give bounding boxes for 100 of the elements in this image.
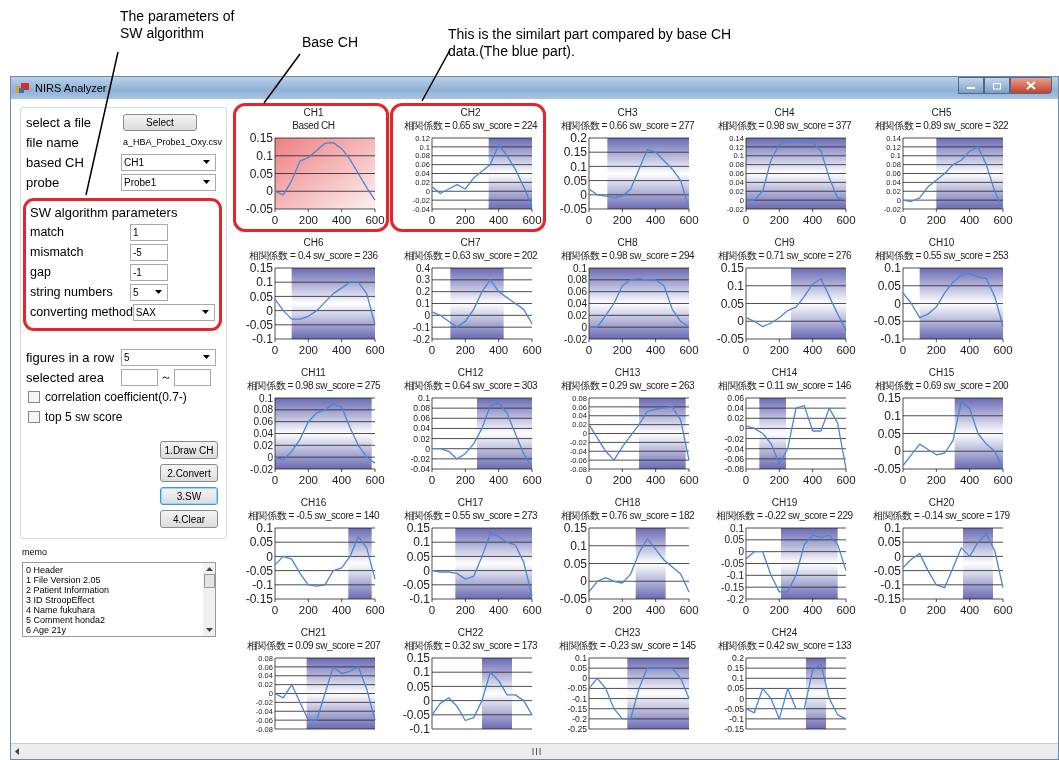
checkbox[interactable]	[28, 411, 40, 423]
axis-label: -0.15	[566, 703, 587, 714]
memo-line: 0 Header	[26, 565, 65, 575]
scroll-up-icon[interactable]	[205, 567, 213, 571]
axis-label: 0.05	[249, 535, 273, 550]
memo-line: 1 File Version 2.05	[26, 575, 102, 585]
input-field[interactable]	[121, 368, 158, 386]
chart-title: CH13	[614, 367, 641, 379]
action-button[interactable]: 1.Draw CH	[160, 441, 218, 459]
checkbox[interactable]	[28, 391, 40, 403]
chart-subtitle: 相関係数 = 0.76 sw_score = 182	[560, 509, 695, 523]
axis-label: 200	[298, 214, 318, 226]
memo-line: 3 ID StroopEffect	[26, 595, 96, 605]
axis-label: 600	[364, 344, 385, 356]
dropdown[interactable]: SAX	[132, 303, 215, 321]
input-field[interactable]: -1	[130, 263, 168, 281]
chart-subtitle: 相関係数 = -0.23 sw_score = 145	[559, 639, 696, 653]
axis-label: -0.04	[723, 443, 744, 454]
axis-label: -0.1	[251, 332, 273, 347]
axis-label: 0.2	[569, 133, 587, 146]
scrollbar[interactable]	[203, 563, 215, 636]
axis-label: 400	[331, 474, 351, 486]
axis-label: 400	[802, 344, 822, 356]
axis-label: 200	[298, 474, 318, 486]
chart-subtitle: 相関係数 = -0.14 sw_score = 179	[873, 509, 1010, 523]
axis-label: 0.1	[417, 393, 430, 403]
axis-label: 0	[899, 604, 906, 616]
axis-label: 0	[581, 673, 587, 684]
action-button[interactable]: 4.Clear	[160, 510, 218, 528]
leader-line	[263, 53, 301, 104]
maximize-icon	[992, 81, 1002, 90]
dropdown[interactable]: 5	[130, 283, 168, 301]
scroll-thumb[interactable]	[203, 574, 215, 588]
axis-label: 400	[645, 604, 665, 616]
axis-label: 600	[992, 344, 1013, 356]
minimize-button[interactable]	[958, 77, 984, 94]
axis-label: 0.1	[255, 148, 273, 163]
axis-label: 0.02	[566, 309, 587, 321]
axis-label: 0	[899, 474, 906, 486]
axis-label: 600	[835, 604, 856, 616]
input-field[interactable]: 1	[130, 223, 168, 241]
axis-label: 0.05	[720, 296, 744, 311]
dropdown[interactable]: 5	[121, 348, 216, 366]
memo-label: memo	[22, 547, 48, 557]
axis-label: 0	[428, 474, 435, 486]
axis-label: 0	[738, 693, 744, 704]
axis-label: 400	[488, 604, 508, 616]
chart-title: CH19	[771, 497, 798, 509]
action-button[interactable]: 3.SW	[160, 487, 218, 505]
axis-label: 0	[738, 423, 744, 434]
window-title: NIRS Analyzer	[35, 82, 107, 94]
axis-label: 0.06	[252, 416, 273, 428]
app-icon	[16, 82, 30, 94]
axis-label: 0.04	[412, 423, 430, 434]
axis-label: 0	[893, 549, 901, 564]
axis-label: 400	[959, 214, 979, 226]
chart-subtitle: 相関係数 = 0.09 sw_score = 207	[246, 639, 381, 653]
checkbox-label: correlation coefficient(0.7-)	[45, 390, 187, 404]
caret-icon	[202, 310, 209, 314]
input-field[interactable]	[174, 368, 211, 386]
axis-label: 200	[769, 344, 789, 356]
chart-subtitle: 相関係数 = 0.98 sw_score = 377	[717, 119, 852, 133]
field-label: based CH	[26, 154, 85, 170]
scroll-left-icon[interactable]	[15, 748, 19, 755]
chart-title: CH12	[457, 367, 484, 379]
maximize-button[interactable]	[984, 77, 1010, 94]
chart-title: CH16	[300, 497, 327, 509]
axis-label: 600	[521, 474, 542, 486]
chart-title: CH4	[774, 107, 795, 119]
highlight-band	[790, 268, 846, 339]
axis-label: 600	[364, 214, 385, 226]
axis-label: 600	[992, 474, 1013, 486]
chart-title: CH23	[614, 627, 641, 639]
input-field[interactable]: -5	[130, 243, 168, 261]
axis-label: 0.4	[415, 263, 430, 274]
chart-subtitle: 相関係数 = 0.66 sw_score = 277	[560, 119, 695, 133]
axis-label: 0.1	[415, 298, 430, 309]
axis-label: 0	[585, 214, 592, 226]
scroll-down-icon[interactable]	[205, 628, 213, 632]
scrollbar[interactable]	[11, 743, 1058, 759]
axis-label: 0.1	[572, 263, 587, 274]
select-button[interactable]: Select	[123, 113, 197, 131]
group-title: SW algorithm parameters	[30, 205, 179, 220]
axis-label: -0.2	[571, 713, 587, 724]
file-name: a_HBA_Probe1_Oxy.csv	[123, 137, 222, 147]
close-button[interactable]	[1010, 77, 1052, 94]
chart-title: CH7	[460, 237, 481, 249]
chart-title: CH5	[931, 107, 952, 119]
dropdown[interactable]: CH1	[121, 153, 216, 171]
axis-label: 400	[802, 214, 822, 226]
chart-subtitle: 相関係数 = 0.98 sw_score = 294	[560, 249, 695, 263]
dropdown[interactable]: Probe1	[121, 173, 216, 191]
axis-label: 200	[769, 474, 789, 486]
memo-line: 2 Patient Information	[26, 585, 111, 595]
action-button[interactable]: 2.Convert	[160, 464, 218, 482]
axis-label: -0.1	[879, 332, 901, 347]
grip-icon[interactable]	[532, 748, 541, 755]
axis-label: 0.02	[412, 433, 430, 444]
axis-label: 400	[331, 344, 351, 356]
axis-label: -0.02	[409, 453, 430, 464]
